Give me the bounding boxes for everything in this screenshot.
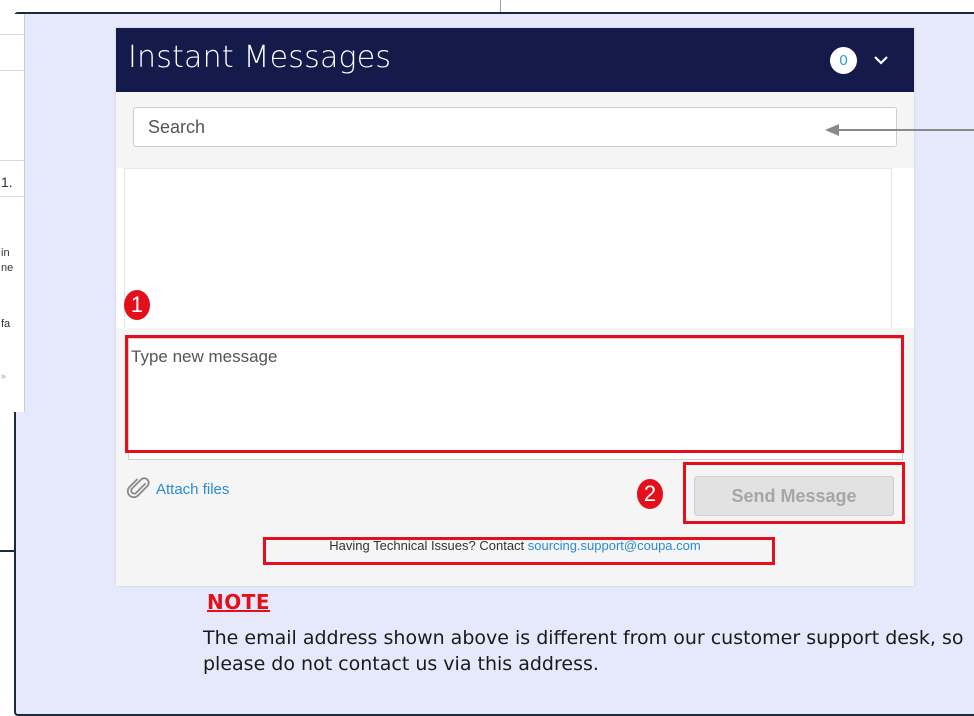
chevron-down-icon[interactable] <box>871 50 891 70</box>
note-text: The email address shown above is differe… <box>203 627 964 675</box>
step-marker-2: 2 <box>637 479 663 509</box>
instant-messages-header: Instant Messages 0 <box>116 28 914 92</box>
step-marker-1: 1 <box>124 290 150 320</box>
attach-files-label: Attach files <box>156 480 230 498</box>
background-divider <box>500 0 501 12</box>
background-page-divider <box>0 196 24 197</box>
search-input[interactable] <box>133 107 897 147</box>
background-text-fragment: fa <box>1 318 11 330</box>
background-page-lower <box>0 550 16 702</box>
send-button-highlight <box>683 462 905 524</box>
background-page-divider <box>0 160 24 161</box>
background-text-fragment: 1. <box>1 174 13 190</box>
messages-list <box>124 168 892 332</box>
background-text-fragment: » <box>1 371 7 381</box>
attach-files-link[interactable]: Attach files <box>126 476 229 502</box>
background-page-divider <box>0 34 24 35</box>
background-text-fragment: ne <box>1 262 14 274</box>
message-input-highlight <box>125 335 904 453</box>
background-page: 1. in ne fa » <box>0 14 25 412</box>
background-text-fragment: in <box>1 247 10 259</box>
unread-count-badge: 0 <box>830 47 857 74</box>
instant-messages-title: Instant Messages <box>128 40 392 75</box>
paperclip-icon <box>126 477 150 499</box>
background-page-divider <box>0 70 24 71</box>
arrow-left-icon <box>825 124 974 136</box>
note-title: NOTE <box>207 590 271 614</box>
footer-highlight <box>263 537 775 565</box>
search-area <box>116 92 914 168</box>
